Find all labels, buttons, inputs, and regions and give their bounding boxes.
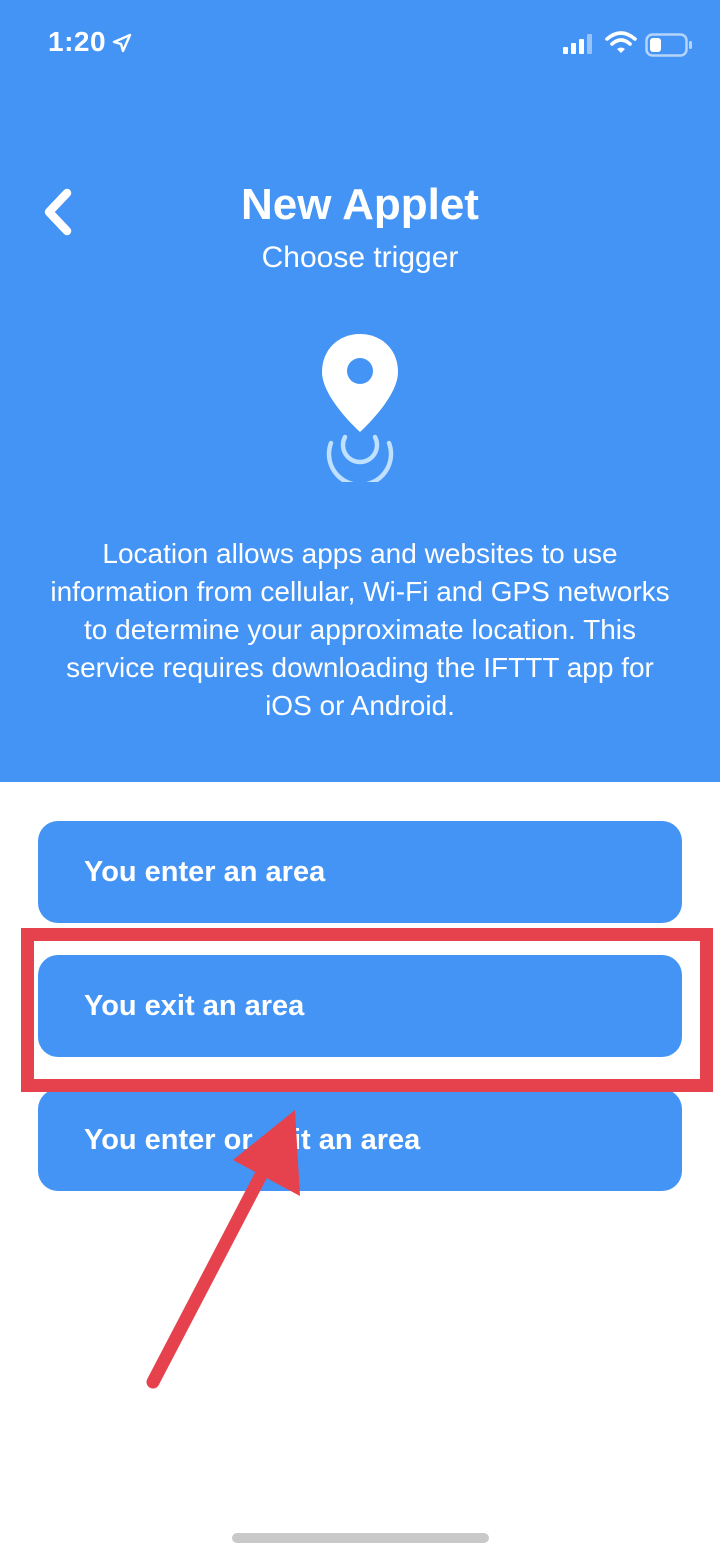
- trigger-enter-area[interactable]: You enter an area: [38, 821, 682, 923]
- trigger-enter-or-exit-area[interactable]: You enter or exit an area: [38, 1089, 682, 1191]
- home-indicator: [232, 1533, 489, 1543]
- service-description: Location allows apps and websites to use…: [50, 538, 670, 721]
- wifi-icon: [605, 31, 637, 53]
- page-subtitle: Choose trigger: [261, 241, 459, 274]
- signal-icon: [563, 34, 592, 54]
- battery-icon: [645, 33, 692, 57]
- page-title: New Applet: [241, 180, 479, 229]
- location-arrow-icon: [112, 33, 132, 53]
- trigger-exit-area[interactable]: You exit an area: [38, 955, 682, 1057]
- status-time: 1:20: [48, 26, 107, 57]
- status-bar: 1:20: [0, 0, 720, 90]
- location-pin-icon: [322, 334, 398, 482]
- header: 1:20 New Applet Choose trigger Location …: [0, 0, 720, 782]
